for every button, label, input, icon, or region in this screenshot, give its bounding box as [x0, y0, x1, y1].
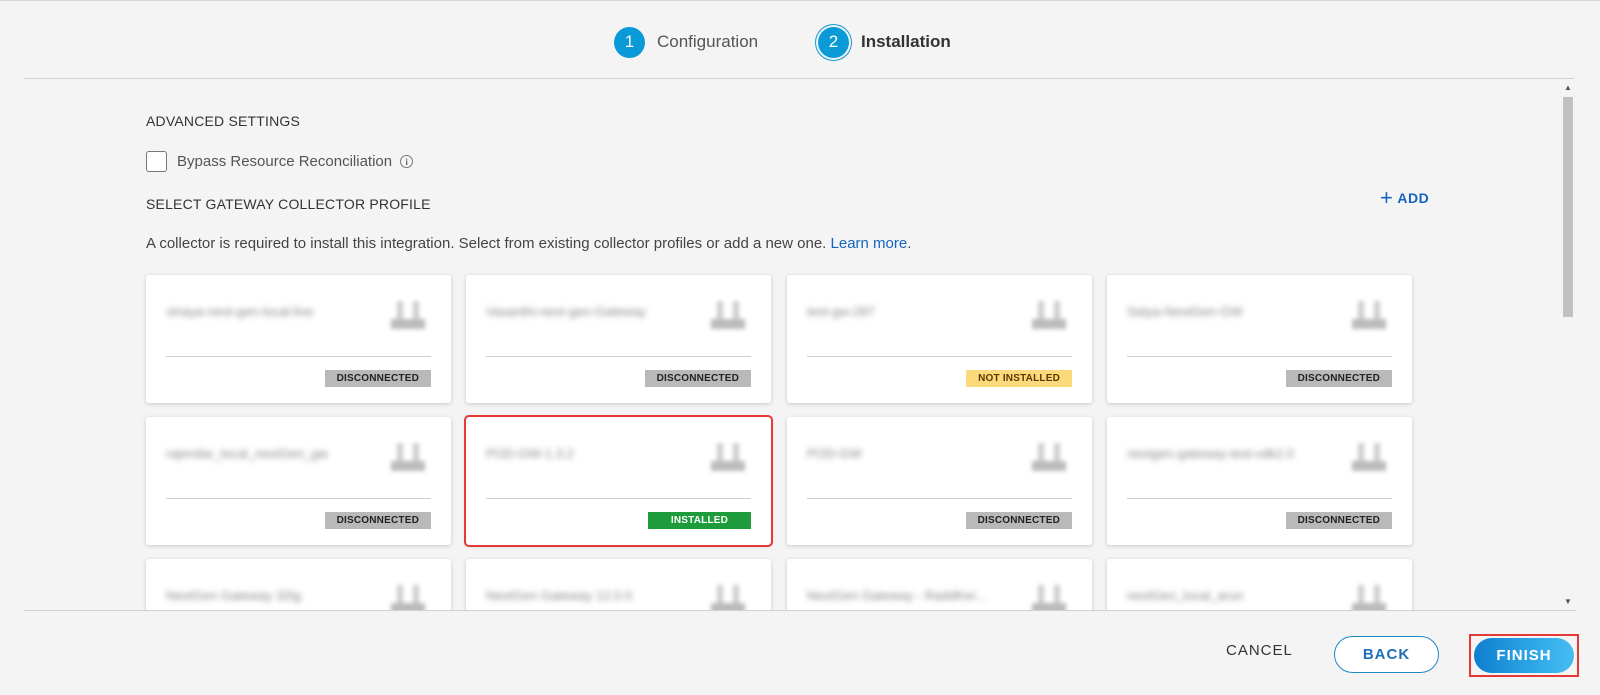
collector-profile-name: test-gw-287	[807, 304, 875, 319]
description-text: A collector is required to install this …	[146, 235, 827, 252]
collector-profile-card[interactable]: rajendar_local_nextGen_gw DISCONNECTED	[146, 417, 451, 545]
collector-profile-card[interactable]: NextGen Gateway - RaddKer...	[787, 559, 1092, 610]
step-number-badge: 1	[614, 26, 645, 58]
collector-profile-name: vinaya-next-gen-local-live	[166, 304, 314, 319]
footer-divider	[24, 610, 1576, 611]
gateway-icon	[711, 443, 745, 471]
bypass-reconciliation-checkbox[interactable]	[146, 151, 167, 172]
description-period: .	[907, 235, 912, 252]
step-label: Configuration	[657, 32, 759, 51]
card-divider	[807, 356, 1072, 357]
gateway-icon	[1352, 301, 1386, 329]
add-profile-button[interactable]: + ADD	[1380, 185, 1430, 210]
scroll-thumb[interactable]	[1563, 97, 1573, 317]
collector-profile-name: rajendar_local_nextGen_gw	[166, 446, 328, 461]
stepper: 1 Configuration 2 Installation	[0, 24, 1600, 60]
finish-highlight: FINISH	[1469, 634, 1579, 677]
status-badge: DISCONNECTED	[965, 512, 1072, 529]
status-badge: DISCONNECTED	[644, 370, 751, 387]
status-badge: DISCONNECTED	[324, 512, 431, 529]
add-label: ADD	[1397, 190, 1430, 206]
step-label: Installation	[861, 32, 951, 51]
scroll-up-arrow-icon[interactable]: ▲	[1564, 83, 1572, 92]
collector-profile-name: Satya-NextGen-GW	[1127, 304, 1243, 319]
collector-profile-card[interactable]: nextGen_local_arun	[1107, 559, 1412, 610]
step-number-badge: 2	[818, 26, 849, 58]
card-divider	[166, 356, 431, 357]
bypass-reconciliation-row: Bypass Resource Reconciliation i	[146, 151, 414, 172]
gateway-icon	[1352, 443, 1386, 471]
learn-more-link[interactable]: Learn more	[831, 235, 908, 252]
status-badge: NOT INSTALLED	[966, 370, 1072, 387]
collector-profile-card[interactable]: test-gw-287 NOT INSTALLED	[787, 275, 1092, 403]
bypass-reconciliation-label[interactable]: Bypass Resource Reconciliation	[177, 153, 392, 170]
card-divider	[486, 498, 751, 499]
gateway-icon	[1032, 301, 1066, 329]
collector-profile-card[interactable]: POD-GW DISCONNECTED	[787, 417, 1092, 545]
collector-profile-name: NextGen Gateway - RaddKer...	[807, 588, 987, 603]
gateway-icon	[391, 301, 425, 329]
gateway-icon	[391, 443, 425, 471]
card-divider	[486, 356, 751, 357]
collector-profile-name: Vasanthi-next-gen-Gateway	[486, 304, 647, 319]
vertical-scrollbar[interactable]: ▲ ▼	[1560, 79, 1576, 610]
card-divider	[1127, 498, 1392, 499]
gateway-description: A collector is required to install this …	[146, 235, 911, 252]
card-divider	[1127, 356, 1392, 357]
collector-profile-name: nextGen_local_arun	[1127, 588, 1244, 603]
status-badge: DISCONNECTED	[1285, 370, 1392, 387]
status-badge: INSTALLED	[648, 512, 751, 529]
gateway-icon	[711, 585, 745, 610]
collector-profile-name: POD-GW-1.3.2	[486, 446, 574, 461]
gateway-icon	[1032, 443, 1066, 471]
gateway-profile-title: SELECT GATEWAY COLLECTOR PROFILE	[146, 196, 431, 212]
cancel-button[interactable]: CANCEL	[1226, 642, 1293, 659]
scroll-content[interactable]: ADVANCED SETTINGS Bypass Resource Reconc…	[24, 79, 1560, 610]
gateway-icon	[391, 585, 425, 610]
collector-profile-card[interactable]: nextgen-gateway-test-vdk2.0 DISCONNECTED	[1107, 417, 1412, 545]
advanced-settings-title: ADVANCED SETTINGS	[146, 113, 301, 129]
gateway-icon	[711, 301, 745, 329]
plus-icon: +	[1380, 185, 1394, 210]
collector-profile-name: NextGen Gateway 32tg	[166, 588, 302, 603]
collector-profile-card[interactable]: vinaya-next-gen-local-live DISCONNECTED	[146, 275, 451, 403]
gateway-icon	[1352, 585, 1386, 610]
step-installation[interactable]: 2 Installation	[818, 24, 951, 60]
card-divider	[807, 498, 1072, 499]
info-icon[interactable]: i	[400, 155, 414, 168]
scroll-down-arrow-icon[interactable]: ▼	[1564, 597, 1572, 606]
collector-profile-name: nextgen-gateway-test-vdk2.0	[1127, 446, 1294, 461]
collector-profile-card[interactable]: NextGen Gateway 32tg	[146, 559, 451, 610]
top-border	[0, 0, 1600, 1]
status-badge: DISCONNECTED	[1285, 512, 1392, 529]
status-badge: DISCONNECTED	[324, 370, 431, 387]
gateway-icon	[1032, 585, 1066, 610]
collector-profile-name: NextGen Gateway 12.0.0	[486, 588, 632, 603]
collector-profile-name: POD-GW	[807, 446, 862, 461]
card-divider	[166, 498, 431, 499]
collector-profile-card[interactable]: NextGen Gateway 12.0.0	[466, 559, 771, 610]
collector-profile-card[interactable]: Satya-NextGen-GW DISCONNECTED	[1107, 275, 1412, 403]
collector-profile-card[interactable]: Vasanthi-next-gen-Gateway DISCONNECTED	[466, 275, 771, 403]
collector-profile-card[interactable]: POD-GW-1.3.2 INSTALLED	[464, 415, 773, 547]
finish-button[interactable]: FINISH	[1474, 638, 1574, 673]
back-button[interactable]: BACK	[1334, 636, 1439, 673]
step-configuration[interactable]: 1 Configuration	[614, 24, 758, 60]
